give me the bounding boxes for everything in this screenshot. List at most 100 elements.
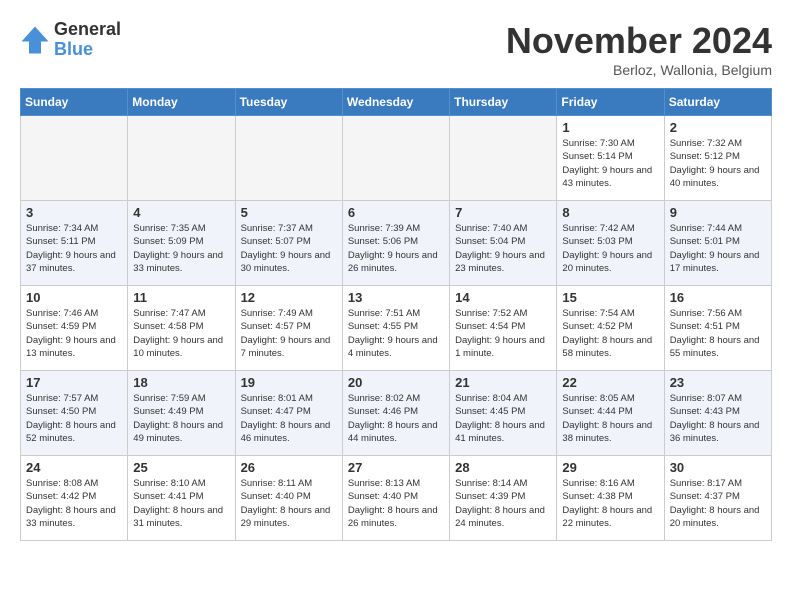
day-number: 2	[670, 120, 766, 135]
day-number: 4	[133, 205, 229, 220]
day-number: 15	[562, 290, 658, 305]
calendar-cell: 27 Sunrise: 8:13 AMSunset: 4:40 PMDayligh…	[342, 456, 449, 541]
day-number: 18	[133, 375, 229, 390]
calendar-cell	[21, 116, 128, 201]
day-number: 16	[670, 290, 766, 305]
weekday-header-monday: Monday	[128, 89, 235, 116]
day-number: 13	[348, 290, 444, 305]
logo-blue-text: Blue	[54, 40, 121, 60]
calendar-cell: 22Sunrise: 8:05 AMSunset: 4:44 PMDayligh…	[557, 371, 664, 456]
day-info: Sunrise: 7:37 AMSunset: 5:07 PMDaylight:…	[241, 222, 337, 275]
calendar-cell: 1Sunrise: 7:30 AMSunset: 5:14 PMDaylight…	[557, 116, 664, 201]
weekday-header-row: SundayMondayTuesdayWednesdayThursdayFrid…	[21, 89, 772, 116]
day-info: Sunrise: 7:59 AMSunset: 4:49 PMDaylight:…	[133, 392, 229, 445]
calendar-week-5: 24Sunrise: 8:08 AMSunset: 4:42 PMDayligh…	[21, 456, 772, 541]
calendar-table: SundayMondayTuesdayWednesdayThursdayFrid…	[20, 88, 772, 541]
day-number: 12	[241, 290, 337, 305]
logo: General Blue	[20, 20, 121, 60]
day-info: Sunrise: 7:32 AMSunset: 5:12 PMDaylight:…	[670, 137, 766, 190]
day-info: Sunrise: 8:08 AMSunset: 4:42 PMDaylight:…	[26, 477, 122, 530]
calendar-cell: 11 Sunrise: 7:47 AMSunset: 4:58 PMDayligh…	[128, 286, 235, 371]
day-number: 17	[26, 375, 122, 390]
day-number: 3	[26, 205, 122, 220]
day-number: 26	[241, 460, 337, 475]
day-info: Sunrise: 8:13 AMSunset: 4:40 PMDaylight:…	[348, 477, 444, 530]
day-number: 9	[670, 205, 766, 220]
calendar-cell	[450, 116, 557, 201]
day-number: 20	[348, 375, 444, 390]
calendar-cell: 24Sunrise: 8:08 AMSunset: 4:42 PMDayligh…	[21, 456, 128, 541]
day-number: 10	[26, 290, 122, 305]
calendar-cell: 28 Sunrise: 8:14 AMSunset: 4:39 PMDayligh…	[450, 456, 557, 541]
day-info: Sunrise: 8:07 AMSunset: 4:43 PMDaylight:…	[670, 392, 766, 445]
calendar-cell: 2 Sunrise: 7:32 AMSunset: 5:12 PMDaylight…	[664, 116, 771, 201]
weekday-header-thursday: Thursday	[450, 89, 557, 116]
calendar-cell: 25Sunrise: 8:10 AMSunset: 4:41 PMDayligh…	[128, 456, 235, 541]
day-info: Sunrise: 8:04 AMSunset: 4:45 PMDaylight:…	[455, 392, 551, 445]
calendar-cell: 12 Sunrise: 7:49 AMSunset: 4:57 PMDayligh…	[235, 286, 342, 371]
day-info: Sunrise: 7:51 AMSunset: 4:55 PMDaylight:…	[348, 307, 444, 360]
page-header: General Blue November 2024 Berloz, Wallo…	[20, 20, 772, 78]
weekday-header-tuesday: Tuesday	[235, 89, 342, 116]
calendar-cell: 14 Sunrise: 7:52 AMSunset: 4:54 PMDayligh…	[450, 286, 557, 371]
day-number: 11	[133, 290, 229, 305]
day-number: 6	[348, 205, 444, 220]
calendar-cell: 26 Sunrise: 8:11 AMSunset: 4:40 PMDayligh…	[235, 456, 342, 541]
day-number: 27	[348, 460, 444, 475]
calendar-cell: 5Sunrise: 7:37 AMSunset: 5:07 PMDaylight…	[235, 201, 342, 286]
calendar-cell: 10 Sunrise: 7:46 AMSunset: 4:59 PMDayligh…	[21, 286, 128, 371]
calendar-cell	[342, 116, 449, 201]
calendar-cell: 9 Sunrise: 7:44 AMSunset: 5:01 PMDaylight…	[664, 201, 771, 286]
day-info: Sunrise: 7:49 AMSunset: 4:57 PMDaylight:…	[241, 307, 337, 360]
day-info: Sunrise: 7:46 AMSunset: 4:59 PMDaylight:…	[26, 307, 122, 360]
calendar-cell: 8Sunrise: 7:42 AMSunset: 5:03 PMDaylight…	[557, 201, 664, 286]
day-info: Sunrise: 8:01 AMSunset: 4:47 PMDaylight:…	[241, 392, 337, 445]
month-year-title: November 2024	[506, 20, 772, 62]
day-info: Sunrise: 7:40 AMSunset: 5:04 PMDaylight:…	[455, 222, 551, 275]
day-info: Sunrise: 7:34 AMSunset: 5:11 PMDaylight:…	[26, 222, 122, 275]
day-info: Sunrise: 8:05 AMSunset: 4:44 PMDaylight:…	[562, 392, 658, 445]
day-info: Sunrise: 8:16 AMSunset: 4:38 PMDaylight:…	[562, 477, 658, 530]
day-info: Sunrise: 7:30 AMSunset: 5:14 PMDaylight:…	[562, 137, 658, 190]
calendar-week-2: 3 Sunrise: 7:34 AMSunset: 5:11 PMDaylight…	[21, 201, 772, 286]
calendar-week-3: 10 Sunrise: 7:46 AMSunset: 4:59 PMDayligh…	[21, 286, 772, 371]
weekday-header-wednesday: Wednesday	[342, 89, 449, 116]
title-section: November 2024 Berloz, Wallonia, Belgium	[506, 20, 772, 78]
day-info: Sunrise: 7:39 AMSunset: 5:06 PMDaylight:…	[348, 222, 444, 275]
calendar-cell: 29Sunrise: 8:16 AMSunset: 4:38 PMDayligh…	[557, 456, 664, 541]
day-number: 21	[455, 375, 551, 390]
day-number: 7	[455, 205, 551, 220]
calendar-week-1: 1Sunrise: 7:30 AMSunset: 5:14 PMDaylight…	[21, 116, 772, 201]
weekday-header-friday: Friday	[557, 89, 664, 116]
weekday-header-saturday: Saturday	[664, 89, 771, 116]
calendar-week-4: 17Sunrise: 7:57 AMSunset: 4:50 PMDayligh…	[21, 371, 772, 456]
calendar-cell: 6 Sunrise: 7:39 AMSunset: 5:06 PMDaylight…	[342, 201, 449, 286]
day-number: 14	[455, 290, 551, 305]
calendar-cell: 3 Sunrise: 7:34 AMSunset: 5:11 PMDaylight…	[21, 201, 128, 286]
location-subtitle: Berloz, Wallonia, Belgium	[506, 62, 772, 78]
day-info: Sunrise: 8:14 AMSunset: 4:39 PMDaylight:…	[455, 477, 551, 530]
weekday-header-sunday: Sunday	[21, 89, 128, 116]
day-info: Sunrise: 7:54 AMSunset: 4:52 PMDaylight:…	[562, 307, 658, 360]
day-info: Sunrise: 7:52 AMSunset: 4:54 PMDaylight:…	[455, 307, 551, 360]
day-info: Sunrise: 7:44 AMSunset: 5:01 PMDaylight:…	[670, 222, 766, 275]
calendar-cell: 19 Sunrise: 8:01 AMSunset: 4:47 PMDayligh…	[235, 371, 342, 456]
day-info: Sunrise: 7:35 AMSunset: 5:09 PMDaylight:…	[133, 222, 229, 275]
day-info: Sunrise: 8:10 AMSunset: 4:41 PMDaylight:…	[133, 477, 229, 530]
day-number: 28	[455, 460, 551, 475]
day-number: 23	[670, 375, 766, 390]
calendar-cell: 16Sunrise: 7:56 AMSunset: 4:51 PMDayligh…	[664, 286, 771, 371]
day-number: 19	[241, 375, 337, 390]
calendar-cell: 15 Sunrise: 7:54 AMSunset: 4:52 PMDayligh…	[557, 286, 664, 371]
calendar-cell: 18 Sunrise: 7:59 AMSunset: 4:49 PMDayligh…	[128, 371, 235, 456]
day-info: Sunrise: 7:47 AMSunset: 4:58 PMDaylight:…	[133, 307, 229, 360]
day-number: 8	[562, 205, 658, 220]
day-info: Sunrise: 8:11 AMSunset: 4:40 PMDaylight:…	[241, 477, 337, 530]
calendar-cell: 7 Sunrise: 7:40 AMSunset: 5:04 PMDaylight…	[450, 201, 557, 286]
calendar-cell: 23 Sunrise: 8:07 AMSunset: 4:43 PMDayligh…	[664, 371, 771, 456]
calendar-cell	[128, 116, 235, 201]
day-number: 30	[670, 460, 766, 475]
calendar-body: 1Sunrise: 7:30 AMSunset: 5:14 PMDaylight…	[21, 116, 772, 541]
calendar-cell: 21 Sunrise: 8:04 AMSunset: 4:45 PMDayligh…	[450, 371, 557, 456]
logo-general-text: General	[54, 20, 121, 40]
